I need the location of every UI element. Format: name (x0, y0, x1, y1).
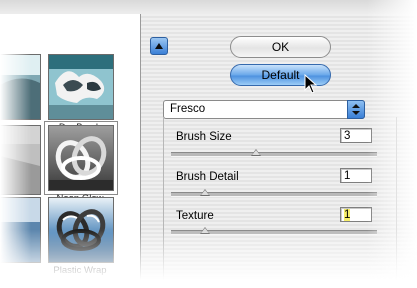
brush-detail-label: Brush Detail (176, 171, 239, 183)
thumbnail-neon-glow[interactable]: Neon Glow (0, 121, 138, 205)
brush-size-slider-thumb[interactable] (251, 149, 261, 156)
texture-label: Texture (176, 210, 214, 222)
collapse-thumbnails-button[interactable] (150, 37, 168, 55)
thumbnail-partial-image (0, 197, 41, 263)
texture-field-value: 1 (344, 209, 351, 221)
brush-detail-field[interactable]: 1 (340, 168, 372, 183)
plastic-wrap-thumbnail-icon (48, 197, 114, 263)
texture-slider-thumb[interactable] (200, 227, 210, 234)
triangle-up-icon (155, 42, 163, 49)
texture-field[interactable]: 1 (340, 207, 372, 222)
dry-brush-thumbnail-icon (48, 54, 114, 120)
filter-dialog-inner: Dry Brush (0, 0, 417, 288)
ok-button[interactable]: OK (230, 36, 331, 58)
brush-size-field[interactable]: 3 (340, 128, 372, 143)
filter-select-value: Fresco (170, 103, 206, 115)
filter-thumbnail-panel[interactable]: Dry Brush (0, 14, 141, 280)
brush-size-slider[interactable] (171, 152, 377, 157)
thumbnail-partial-image (0, 125, 41, 195)
brush-detail-slider-thumb[interactable] (200, 189, 210, 196)
thumbnail-partial-image (0, 54, 41, 120)
mouse-pointer-icon (304, 74, 318, 94)
filter-dialog: Dry Brush (0, 0, 417, 288)
neon-glow-thumbnail-icon (48, 125, 114, 191)
title-strip (0, 0, 417, 14)
brush-size-label: Brush Size (176, 131, 232, 143)
thumbnail-label: Plastic Wrap (53, 265, 107, 276)
thumbnail-plastic-wrap[interactable]: Plastic Wrap (0, 197, 138, 277)
